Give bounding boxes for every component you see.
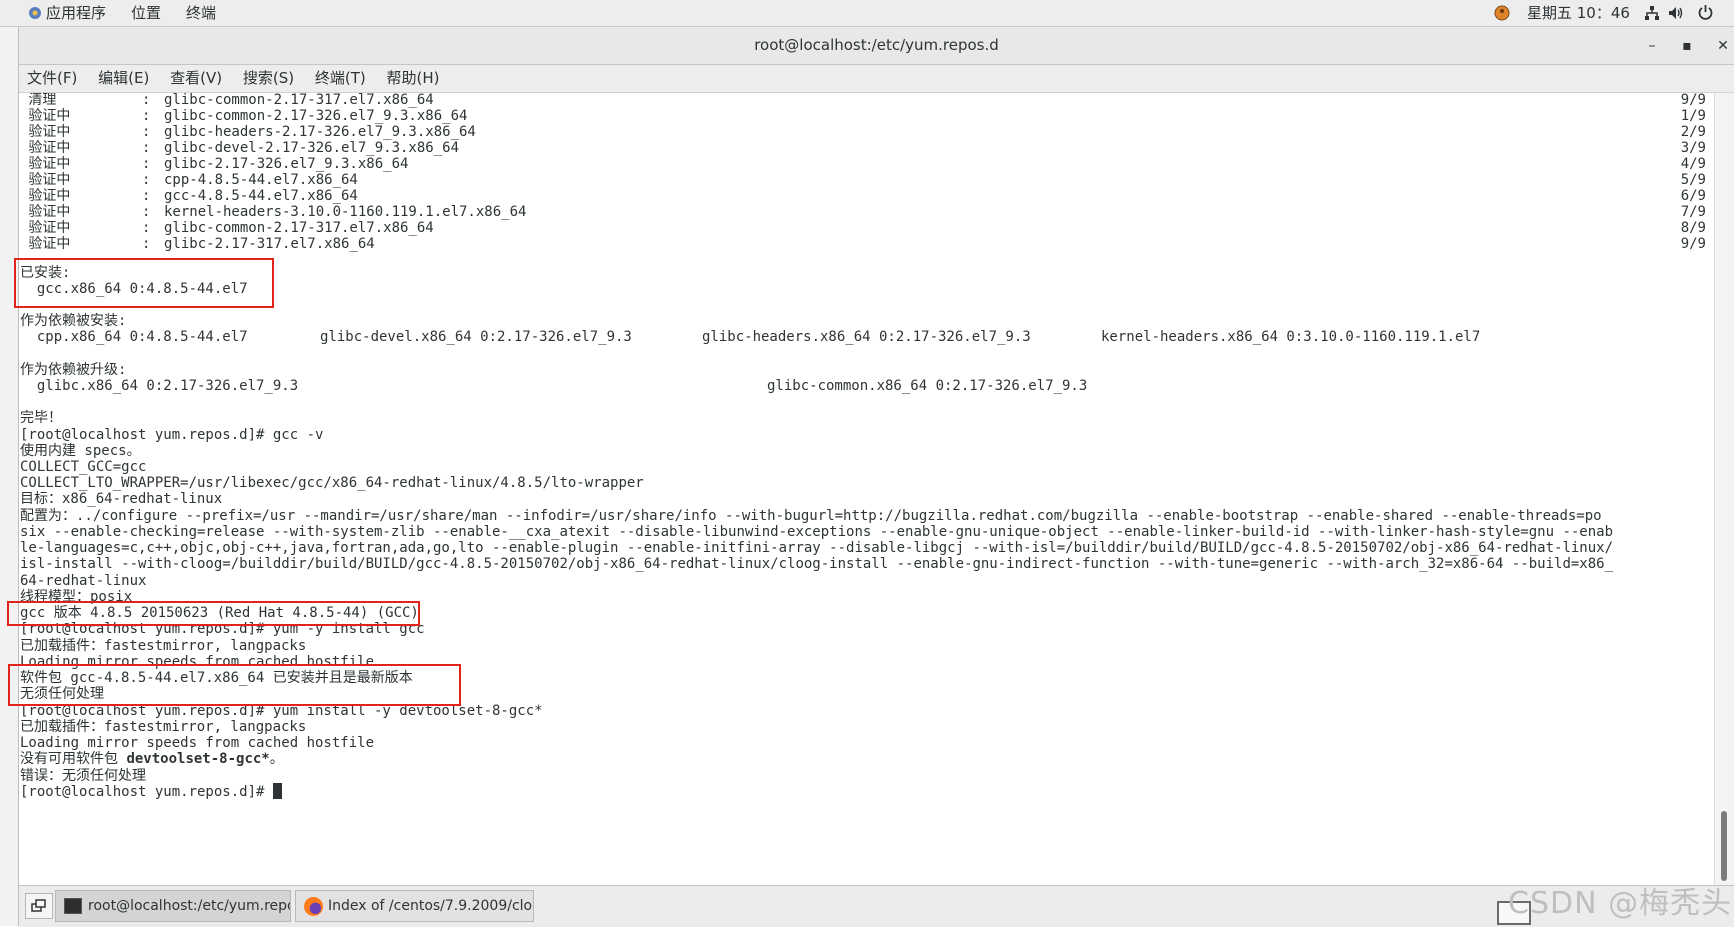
firefox-icon <box>304 897 323 916</box>
tx-package: glibc-2.17-317.el7.x86_64 <box>164 236 375 252</box>
annotation-box-installed <box>14 258 274 308</box>
show-desktop-button[interactable] <box>25 893 53 919</box>
text-cursor <box>272 783 282 799</box>
close-button[interactable]: ✕ <box>1712 35 1734 57</box>
taskbar-terminal-label: root@localhost:/etc/yum.repos.d <box>88 898 290 914</box>
no-package-prefix: 没有可用软件包 <box>20 751 127 767</box>
taskbar-terminal-window[interactable]: root@localhost:/etc/yum.repos.d <box>55 890 291 922</box>
output-line: 目标：x86_64-redhat-linux <box>20 491 223 507</box>
tx-sep: : <box>142 236 151 252</box>
menu-file[interactable]: 文件(F) <box>19 65 85 92</box>
terminal-app-menu[interactable]: 终端 <box>186 3 216 23</box>
show-desktop-icon <box>31 899 46 912</box>
screen-left-edge: ▾ <box>0 0 19 926</box>
complete-message: 完毕！ <box>20 410 62 426</box>
dep-installed-item: kernel-headers.x86_64 0:3.10.0-1160.119.… <box>1101 329 1481 345</box>
configure-line: isl-install --with-cloog=/builddir/build… <box>20 556 1614 572</box>
tx-progress: 9/9 <box>1680 236 1706 252</box>
prompt-text: [root@localhost yum.repos.d]# <box>20 784 273 800</box>
applications-menu[interactable]: 应用程序 <box>46 3 106 23</box>
clock[interactable]: 星期五 10：46 <box>1527 3 1630 23</box>
annotation-box-already-installed <box>8 664 461 706</box>
current-prompt[interactable]: [root@localhost yum.repos.d]# <box>20 783 282 801</box>
window-titlebar[interactable]: root@localhost:/etc/yum.repos.d – ▪ ✕ <box>19 27 1734 65</box>
annotation-box-gcc-version <box>7 601 420 626</box>
menu-terminal[interactable]: 终端(T) <box>307 65 374 92</box>
dep-updated-item: glibc.x86_64 0:2.17-326.el7_9.3 <box>20 378 299 394</box>
no-package-line: 没有可用软件包 devtoolset-8-gcc*。 <box>20 750 284 768</box>
csdn-watermark: CSDN @梅秃头 <box>1508 886 1733 921</box>
tx-action: 清理 <box>20 93 57 108</box>
dep-updated-item: glibc-common.x86_64 0:2.17-326.el7_9.3 <box>767 378 1088 394</box>
places-menu[interactable]: 位置 <box>131 3 161 23</box>
network-icon[interactable] <box>1644 5 1660 21</box>
scrollbar-thumb[interactable] <box>1721 811 1727 881</box>
no-package-suffix: 。 <box>269 751 284 767</box>
terminal-output[interactable]: 清理 : glibc-common-2.17-317.el7.x86_64 9/… <box>19 93 1714 885</box>
maximize-button[interactable]: ▪ <box>1676 35 1698 57</box>
menu-search[interactable]: 搜索(S) <box>235 65 302 92</box>
volume-icon[interactable] <box>1668 5 1685 21</box>
dep-installed-item: cpp.x86_64 0:4.8.5-44.el7 <box>20 329 248 345</box>
menu-help[interactable]: 帮助(H) <box>379 65 448 92</box>
dep-installed-item: glibc-headers.x86_64 0:2.17-326.el7_9.3 <box>702 329 1031 345</box>
taskbar-firefox-window[interactable]: Index of /centos/7.9.2009/cloud/x8··· <box>295 890 534 922</box>
dep-installed-item: glibc-devel.x86_64 0:2.17-326.el7_9.3 <box>320 329 632 345</box>
window-title: root@localhost:/etc/yum.repos.d <box>754 36 999 54</box>
tx-action: 验证中 <box>20 236 71 252</box>
menu-edit[interactable]: 编辑(E) <box>90 65 157 92</box>
power-icon[interactable] <box>1697 4 1714 21</box>
top-panel: 应用程序 位置 终端 星期五 10：46 <box>0 0 1734 27</box>
taskbar-firefox-label: Index of /centos/7.9.2009/cloud/x8··· <box>328 898 533 914</box>
accessibility-icon[interactable] <box>1494 5 1510 21</box>
terminal-menubar: 文件(F) 编辑(E) 查看(V) 搜索(S) 终端(T) 帮助(H) <box>19 65 1734 93</box>
bottom-taskbar: root@localhost:/etc/yum.repos.d Index of… <box>19 885 1734 927</box>
menu-view[interactable]: 查看(V) <box>162 65 230 92</box>
minimize-button[interactable]: – <box>1641 35 1663 57</box>
terminal-scrollbar[interactable] <box>1714 93 1734 885</box>
terminal-icon <box>64 898 82 914</box>
no-package-name: devtoolset-8-gcc* <box>126 751 270 767</box>
applications-menu-icon <box>29 7 41 19</box>
